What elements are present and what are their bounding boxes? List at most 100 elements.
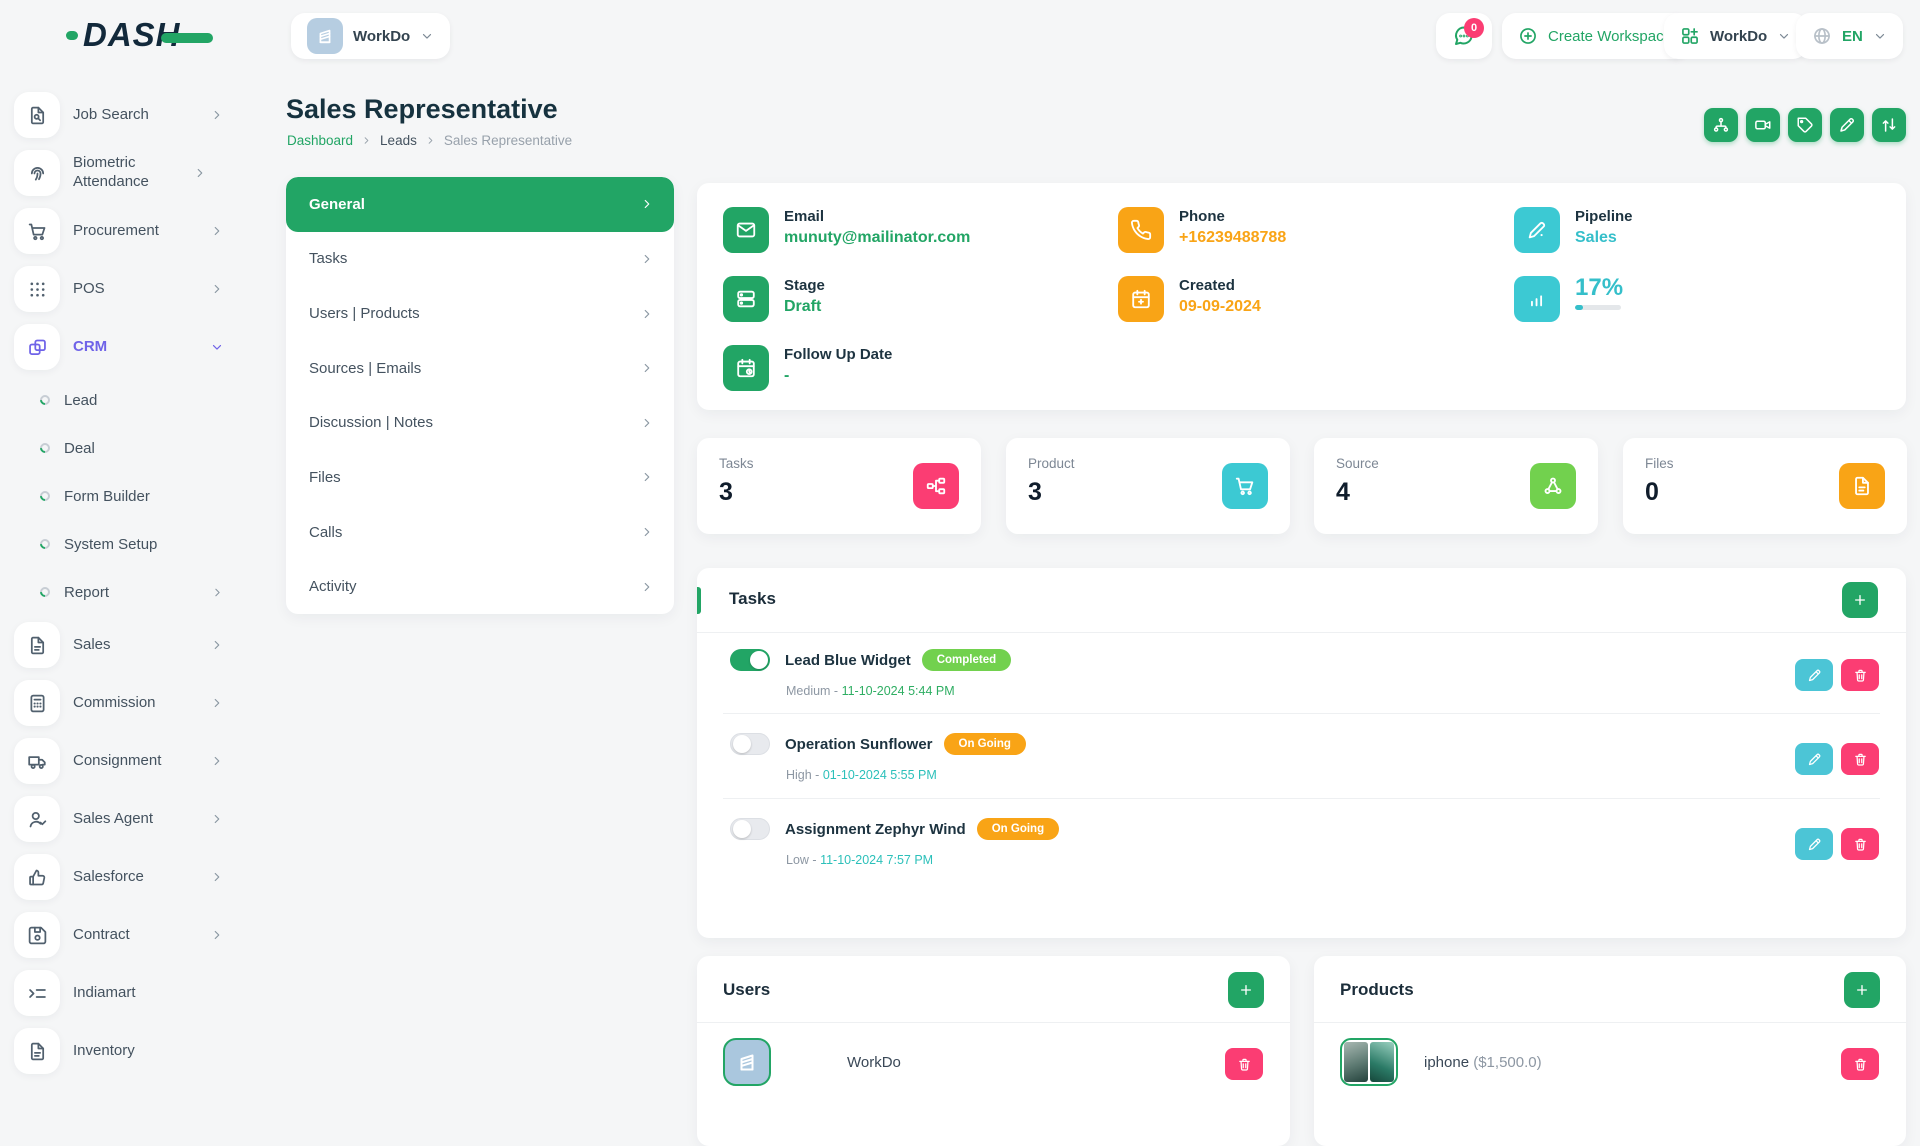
sidebar-item-commission[interactable]: Commission [0, 674, 250, 732]
task-complete-toggle[interactable] [730, 818, 770, 840]
circle-plus-icon [1518, 26, 1538, 46]
trash-icon [1853, 837, 1868, 852]
stat-card-tasks: Tasks 3 [697, 438, 981, 534]
phone-icon [1130, 219, 1152, 241]
fingerprint-icon [27, 163, 48, 184]
tab-sources-emails[interactable]: Sources | Emails [286, 341, 674, 396]
create-workspace-button[interactable]: Create Workspace [1502, 13, 1688, 59]
calculator-icon [27, 693, 48, 714]
sidebar-item-job-search[interactable]: Job Search [0, 86, 250, 144]
chevron-right-icon [210, 812, 224, 826]
chevron-right-icon [210, 928, 224, 942]
plus-icon [1852, 592, 1868, 608]
sidebar-item-consignment[interactable]: Consignment [0, 732, 250, 790]
tab-discussion-notes[interactable]: Discussion | Notes [286, 396, 674, 451]
remove-product-button[interactable] [1841, 1048, 1879, 1080]
sidebar-subitem-system-setup[interactable]: System Setup [0, 520, 250, 568]
cart-icon [27, 221, 48, 242]
task-status-badge: On Going [977, 818, 1059, 840]
tab-calls[interactable]: Calls [286, 505, 674, 560]
email-value: munuty@mailinator.com [784, 229, 970, 247]
sidebar-item-sales-agent[interactable]: Sales Agent [0, 790, 250, 848]
convert-to-deal-button[interactable] [1872, 108, 1906, 142]
lead-info-card: Email munuty@mailinator.com Phone +16239… [697, 183, 1906, 410]
trash-icon [1853, 752, 1868, 767]
sidebar-item-sales[interactable]: Sales [0, 616, 250, 674]
sidebar-subitem-report[interactable]: Report [0, 568, 250, 616]
tab-activity[interactable]: Activity [286, 559, 674, 614]
tab-tasks[interactable]: Tasks [286, 232, 674, 287]
chevron-right-icon [211, 586, 224, 599]
add-task-button[interactable] [1842, 582, 1878, 618]
chevron-right-icon [193, 166, 207, 180]
edit-lead-button[interactable] [1830, 108, 1864, 142]
sidebar-subitem-form-builder[interactable]: Form Builder [0, 472, 250, 520]
app-selector[interactable]: WorkDo [1664, 13, 1807, 59]
users-section-title: Users [723, 980, 770, 1000]
sidebar-item-contract[interactable]: Contract [0, 906, 250, 964]
task-meta: High - 01-10-2024 5:55 PM [786, 768, 937, 782]
info-stage: Stage Draft [723, 276, 825, 322]
workspace-selector[interactable]: WorkDo [291, 13, 450, 59]
sidebar-item-pos[interactable]: POS [0, 260, 250, 318]
delete-task-button[interactable] [1841, 828, 1879, 860]
sidebar-item-crm[interactable]: CRM [0, 318, 250, 376]
calendar-icon [1130, 288, 1152, 310]
tab-users-products[interactable]: Users | Products [286, 286, 674, 341]
edit-task-button[interactable] [1795, 659, 1833, 691]
edit-task-button[interactable] [1795, 743, 1833, 775]
tab-files[interactable]: Files [286, 450, 674, 505]
pencil-icon [1807, 752, 1822, 767]
chevron-right-icon [640, 197, 654, 211]
building-icon [315, 26, 335, 46]
plus-icon [1238, 982, 1254, 998]
divider [1314, 1022, 1906, 1023]
trash-icon [1853, 668, 1868, 683]
dash-logo[interactable]: DASH [66, 16, 213, 54]
grid-plus-icon [1680, 26, 1700, 46]
tab-general[interactable]: General [286, 177, 674, 232]
chevron-right-icon [640, 252, 654, 266]
grid-dots-icon [27, 279, 48, 300]
task-name: Assignment Zephyr Wind [785, 821, 966, 838]
language-label: EN [1842, 28, 1863, 45]
task-datetime: 01-10-2024 5:55 PM [823, 768, 937, 782]
sidebar-item-biometric-attendance[interactable]: Biometric Attendance [0, 144, 250, 202]
bar-chart-icon [1526, 288, 1548, 310]
plus-icon [1854, 982, 1870, 998]
task-row: Operation Sunflower On Going High - 01-1… [697, 728, 1906, 798]
add-product-button[interactable] [1844, 972, 1880, 1008]
delete-task-button[interactable] [1841, 743, 1879, 775]
sidebar-item-inventory[interactable]: Inventory [0, 1022, 250, 1080]
workspace-avatar [307, 18, 343, 54]
product-image [1340, 1038, 1398, 1086]
tag-icon [1796, 116, 1814, 134]
chevron-right-icon [210, 638, 224, 652]
pencil-icon [1807, 837, 1822, 852]
sidebar-item-procurement[interactable]: Procurement [0, 202, 250, 260]
messages-button[interactable]: 0 [1436, 13, 1492, 59]
sidebar-subitem-lead[interactable]: Lead [0, 376, 250, 424]
edit-task-button[interactable] [1795, 828, 1833, 860]
sidebar-item-indiamart[interactable]: Indiamart [0, 964, 250, 1022]
labels-board-button[interactable] [1704, 108, 1738, 142]
delete-task-button[interactable] [1841, 659, 1879, 691]
file-text-icon [1851, 475, 1873, 497]
pencil-icon [1838, 116, 1856, 134]
breadcrumb-dashboard[interactable]: Dashboard [287, 133, 353, 148]
add-user-button[interactable] [1228, 972, 1264, 1008]
labels-button[interactable] [1788, 108, 1822, 142]
remove-user-button[interactable] [1225, 1048, 1263, 1080]
file-search-icon [27, 105, 48, 126]
task-complete-toggle[interactable] [730, 649, 770, 671]
stacked-squares-icon [27, 337, 48, 358]
bullet-icon [38, 585, 52, 599]
workspace-name: WorkDo [353, 28, 410, 45]
product-name: iphone ($1,500.0) [1424, 1054, 1542, 1071]
language-selector[interactable]: EN [1796, 13, 1903, 59]
breadcrumb-leads[interactable]: Leads [380, 133, 417, 148]
task-complete-toggle[interactable] [730, 733, 770, 755]
sidebar-subitem-deal[interactable]: Deal [0, 424, 250, 472]
sidebar-item-salesforce[interactable]: Salesforce [0, 848, 250, 906]
meeting-button[interactable] [1746, 108, 1780, 142]
